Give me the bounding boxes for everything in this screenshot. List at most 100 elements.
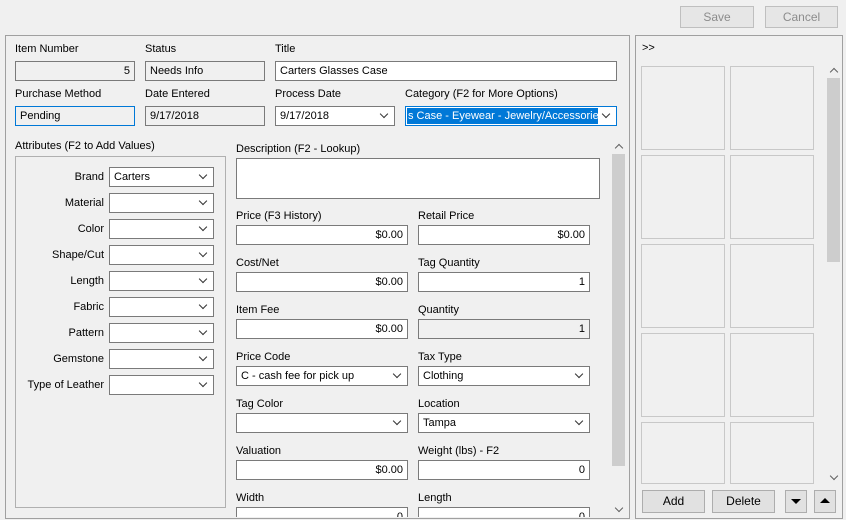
- arrow-up-icon: [820, 498, 830, 503]
- status-label: Status: [145, 43, 177, 55]
- add-photo-button[interactable]: Add: [642, 490, 705, 513]
- photo-thumbnail-slot[interactable]: [730, 155, 814, 239]
- move-up-button[interactable]: [814, 490, 836, 513]
- photo-thumbnail-slot[interactable]: [641, 333, 725, 417]
- photo-thumbnail-slot[interactable]: [730, 422, 814, 484]
- attribute-label: Type of Leather: [27, 379, 104, 391]
- date-entered-label: Date Entered: [145, 88, 210, 100]
- attribute-select[interactable]: [109, 219, 214, 239]
- tag-color-label: Tag Color: [236, 398, 284, 410]
- move-down-button[interactable]: [785, 490, 807, 513]
- chevron-down-icon[interactable]: [390, 367, 407, 385]
- valuation-input[interactable]: $0.00: [236, 460, 408, 480]
- delete-photo-button[interactable]: Delete: [712, 490, 775, 513]
- cancel-button[interactable]: Cancel: [765, 6, 838, 28]
- photo-thumbnail-slot[interactable]: [641, 155, 725, 239]
- location-select[interactable]: Tampa: [418, 413, 590, 433]
- form-scrollbar[interactable]: [611, 140, 626, 516]
- attribute-label: Gemstone: [53, 353, 104, 365]
- price-code-select[interactable]: C - cash fee for pick up: [236, 366, 408, 386]
- chevron-down-icon[interactable]: [196, 350, 213, 368]
- chevron-down-icon[interactable]: [377, 107, 394, 125]
- attribute-label: Material: [64, 197, 104, 209]
- chevron-down-icon[interactable]: [196, 298, 213, 316]
- chevron-down-icon[interactable]: [196, 168, 213, 186]
- chevron-down-icon[interactable]: [599, 107, 616, 125]
- weight-input[interactable]: 0: [418, 460, 590, 480]
- status-field[interactable]: Needs Info: [145, 61, 265, 81]
- width-label: Width: [236, 492, 265, 504]
- category-label: Category (F2 for More Options): [405, 88, 558, 100]
- process-date-picker[interactable]: 9/17/2018: [275, 106, 395, 126]
- save-button[interactable]: Save: [680, 6, 754, 28]
- form-clip-area: 0 0: [230, 507, 610, 517]
- retail-price-input[interactable]: $0.00: [418, 225, 590, 245]
- attribute-select[interactable]: [109, 375, 214, 395]
- category-select[interactable]: s Case - Eyewear - Jewelry/Accessories: [405, 106, 617, 126]
- photo-thumbnail-slot[interactable]: [641, 422, 725, 484]
- tag-quantity-label: Tag Quantity: [418, 257, 480, 269]
- attribute-select[interactable]: [109, 297, 214, 317]
- description-textarea[interactable]: [236, 158, 600, 199]
- photo-thumbnail-slot[interactable]: [641, 66, 725, 150]
- form-scrollbar-thumb[interactable]: [612, 154, 625, 466]
- attribute-label: Brand: [74, 171, 104, 183]
- photo-thumbnail-slot[interactable]: [641, 244, 725, 328]
- tax-type-select[interactable]: Clothing: [418, 366, 590, 386]
- expand-photos-toggle[interactable]: >>: [642, 42, 655, 54]
- scroll-down-icon[interactable]: [828, 472, 839, 484]
- attribute-value: Carters: [114, 171, 151, 183]
- attribute-label: Fabric: [73, 301, 104, 313]
- chevron-down-icon[interactable]: [196, 220, 213, 238]
- attribute-select[interactable]: Carters: [109, 167, 214, 187]
- title-label: Title: [275, 43, 296, 55]
- chevron-down-icon[interactable]: [572, 414, 589, 432]
- attribute-select[interactable]: [109, 245, 214, 265]
- date-entered-field[interactable]: 9/17/2018: [145, 106, 265, 126]
- attribute-select[interactable]: [109, 271, 214, 291]
- weight-label: Weight (lbs) - F2: [418, 445, 500, 457]
- item-number-field[interactable]: 5: [15, 61, 135, 81]
- photo-thumbnail-slot[interactable]: [730, 66, 814, 150]
- length-input[interactable]: 0: [418, 507, 590, 517]
- chevron-down-icon[interactable]: [196, 246, 213, 264]
- chevron-down-icon[interactable]: [196, 194, 213, 212]
- photo-scrollbar[interactable]: [826, 64, 841, 484]
- tag-quantity-input[interactable]: 1: [418, 272, 590, 292]
- chevron-down-icon[interactable]: [196, 324, 213, 342]
- attribute-label: Length: [70, 275, 104, 287]
- chevron-down-icon[interactable]: [572, 367, 589, 385]
- scroll-down-icon[interactable]: [613, 504, 624, 516]
- scroll-up-icon[interactable]: [828, 64, 839, 76]
- quantity-field[interactable]: 1: [418, 319, 590, 339]
- purchase-method-field[interactable]: Pending: [15, 106, 135, 126]
- photo-thumbnail-slot[interactable]: [730, 244, 814, 328]
- cost-net-input[interactable]: $0.00: [236, 272, 408, 292]
- cost-net-label: Cost/Net: [236, 257, 279, 269]
- chevron-down-icon[interactable]: [196, 272, 213, 290]
- scroll-up-icon[interactable]: [613, 140, 624, 152]
- price-code-label: Price Code: [236, 351, 291, 363]
- attribute-select[interactable]: [109, 349, 214, 369]
- process-date-value: 9/17/2018: [280, 110, 329, 122]
- arrow-down-icon: [791, 499, 801, 504]
- chevron-down-icon[interactable]: [390, 414, 407, 432]
- process-date-label: Process Date: [275, 88, 342, 100]
- photo-scrollbar-thumb[interactable]: [827, 78, 840, 262]
- width-input[interactable]: 0: [236, 507, 408, 517]
- purchase-method-label: Purchase Method: [15, 88, 102, 100]
- item-fee-input[interactable]: $0.00: [236, 319, 408, 339]
- title-input[interactable]: Carters Glasses Case: [275, 61, 617, 81]
- attribute-label: Pattern: [68, 327, 104, 339]
- item-number-label: Item Number: [15, 43, 79, 55]
- attribute-label: Color: [77, 223, 104, 235]
- attribute-select[interactable]: [109, 323, 214, 343]
- quantity-label: Quantity: [418, 304, 459, 316]
- tax-type-value: Clothing: [423, 370, 464, 382]
- attribute-select[interactable]: [109, 193, 214, 213]
- price-input[interactable]: $0.00: [236, 225, 408, 245]
- photo-thumbnail-slot[interactable]: [730, 333, 814, 417]
- price-code-value: C - cash fee for pick up: [241, 370, 355, 382]
- tag-color-select[interactable]: [236, 413, 408, 433]
- chevron-down-icon[interactable]: [196, 376, 213, 394]
